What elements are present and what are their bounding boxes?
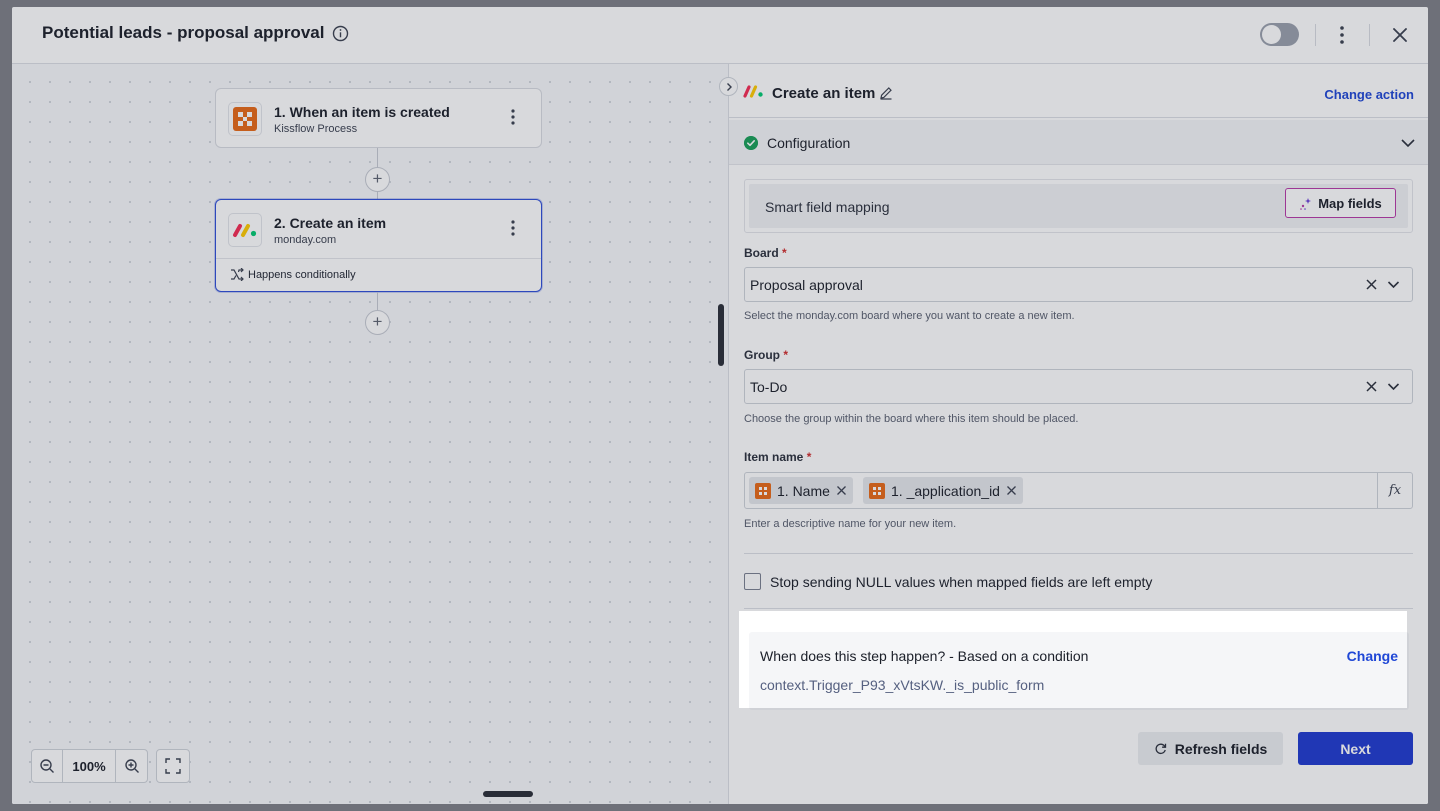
step-connector [377, 292, 378, 310]
action-step-card[interactable]: 2. Create an item monday.com Happens con… [215, 199, 542, 292]
clear-icon[interactable] [1365, 278, 1378, 291]
tag-label: 1. Name [777, 482, 830, 499]
check-circle-icon [744, 136, 758, 150]
kissflow-logo-icon [869, 482, 885, 499]
zoom-controls: 100% [31, 749, 148, 783]
zoom-in-icon [124, 759, 139, 773]
step-condition-box: When does this step happen? - Based on a… [749, 632, 1409, 710]
workflow-toggle[interactable] [1260, 23, 1299, 46]
more-vertical-icon[interactable] [506, 218, 520, 238]
step-app: monday.com [274, 234, 337, 246]
zoom-level: 100% [63, 750, 116, 782]
board-label-text: Board [744, 246, 779, 260]
close-icon[interactable] [1389, 24, 1411, 46]
change-condition-link[interactable]: Change [1347, 648, 1398, 664]
add-step-button[interactable]: + [365, 167, 390, 192]
condition-indicator: Happens conditionally [230, 268, 356, 281]
monday-logo-icon [228, 213, 262, 247]
remove-tag-icon[interactable] [1006, 485, 1017, 496]
group-value: To-Do [750, 379, 788, 395]
panel-title: Create an item [772, 85, 876, 102]
collapse-panel-button[interactable] [719, 77, 738, 96]
refresh-fields-label: Refresh fields [1174, 740, 1268, 757]
chevron-down-icon[interactable] [1387, 279, 1400, 290]
condition-expression: context.Trigger_P93_xVtsKW._is_public_fo… [760, 677, 1045, 693]
smart-mapping-inner: Smart field mapping Map fields [749, 184, 1408, 228]
required-mark: * [783, 348, 789, 362]
section-divider [744, 553, 1413, 554]
condition-question: When does this step happen? - Based on a… [760, 648, 1089, 664]
chevron-down-icon[interactable] [1387, 381, 1400, 392]
kissflow-logo-icon [755, 482, 771, 499]
condition-label: Happens conditionally [248, 268, 356, 281]
group-label: Group * [744, 348, 788, 362]
chevron-down-icon[interactable] [1400, 135, 1416, 151]
chevron-right-icon [726, 82, 732, 91]
panel-header: Create an item Change action [729, 64, 1428, 118]
more-vertical-icon[interactable] [1334, 24, 1350, 46]
horizontal-scrollbar[interactable] [483, 791, 533, 797]
remove-tag-icon[interactable] [836, 485, 847, 496]
trigger-step-card[interactable]: 1. When an item is created Kissflow Proc… [215, 88, 542, 148]
header-divider [1315, 24, 1316, 46]
page-title: Potential leads - proposal approval [42, 23, 325, 42]
header-divider [1369, 24, 1370, 46]
section-divider [744, 608, 1413, 609]
sparkle-icon [1300, 197, 1312, 210]
required-mark: * [806, 450, 812, 464]
step-app: Kissflow Process [274, 123, 358, 135]
group-label-text: Group [744, 348, 780, 362]
fullscreen-icon [165, 758, 181, 774]
info-icon[interactable] [332, 25, 349, 42]
board-select[interactable]: Proposal approval [744, 267, 1413, 302]
refresh-fields-button[interactable]: Refresh fields [1138, 732, 1283, 765]
map-fields-button[interactable]: Map fields [1285, 188, 1396, 218]
board-help-text: Select the monday.com board where you wa… [744, 310, 1075, 322]
mapped-field-tag[interactable]: 1. Name [749, 477, 853, 504]
toggle-knob [1262, 25, 1281, 44]
configuration-section-header[interactable]: Configuration [729, 120, 1428, 165]
group-select[interactable]: To-Do [744, 369, 1413, 404]
change-action-link[interactable]: Change action [1324, 87, 1414, 102]
workflow-canvas[interactable]: 1. When an item is created Kissflow Proc… [12, 64, 728, 804]
refresh-icon [1155, 743, 1166, 754]
board-label: Board * [744, 246, 787, 260]
map-fields-label: Map fields [1318, 195, 1382, 211]
fit-view-button[interactable] [156, 749, 190, 783]
group-help-text: Choose the group within the board where … [744, 413, 1079, 425]
monday-logo-icon [743, 85, 763, 98]
section-label: Configuration [767, 135, 851, 151]
item-name-label: Item name * [744, 450, 811, 464]
null-values-option[interactable]: Stop sending NULL values when mapped fie… [744, 573, 1152, 590]
zoom-out-button[interactable] [32, 750, 63, 782]
smart-mapping-label: Smart field mapping [765, 199, 890, 215]
null-values-checkbox[interactable] [744, 573, 761, 590]
more-vertical-icon[interactable] [506, 107, 520, 127]
zoom-in-button[interactable] [116, 750, 147, 782]
smart-field-mapping: Smart field mapping Map fields [744, 179, 1413, 233]
formula-button[interactable]: fx [1377, 473, 1412, 508]
required-mark: * [782, 246, 787, 260]
board-value: Proposal approval [750, 277, 863, 293]
add-step-button[interactable]: + [365, 310, 390, 335]
mapped-field-tag[interactable]: 1. _application_id [863, 477, 1023, 504]
vertical-scrollbar[interactable] [718, 304, 724, 366]
next-button[interactable]: Next [1298, 732, 1413, 765]
null-values-label: Stop sending NULL values when mapped fie… [770, 573, 1153, 590]
kissflow-logo-icon [228, 102, 262, 136]
card-divider [216, 258, 541, 259]
tag-label: 1. _application_id [891, 482, 1000, 499]
step-title: 2. Create an item [274, 215, 387, 231]
item-name-label-text: Item name [744, 450, 804, 464]
clear-icon[interactable] [1365, 380, 1378, 393]
branch-icon [231, 268, 244, 281]
step-config-panel: Create an item Change action Configurati… [719, 64, 1428, 804]
modal-header: Potential leads - proposal approval [12, 7, 1428, 64]
zoom-out-icon [40, 759, 54, 773]
pencil-icon[interactable] [879, 86, 893, 100]
step-title: 1. When an item is created [274, 104, 450, 120]
workflow-modal: Potential leads - proposal approval 1. W… [12, 7, 1428, 804]
item-name-field[interactable]: 1. Name 1. _application_id fx [744, 472, 1413, 509]
item-name-help-text: Enter a descriptive name for your new it… [744, 518, 957, 530]
